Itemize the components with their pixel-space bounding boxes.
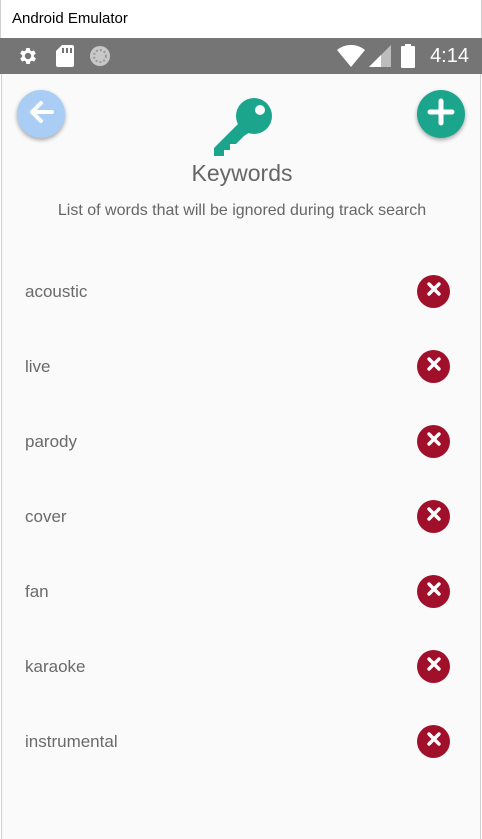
keyword-label: fan [25, 582, 49, 601]
key-icon [210, 96, 274, 158]
page-title: Keywords [191, 160, 293, 186]
delete-keyword-button[interactable] [417, 350, 450, 383]
close-icon [426, 356, 442, 377]
page-subtitle: List of words that will be ignored durin… [57, 202, 427, 219]
keyword-label: parody [25, 432, 77, 451]
keywords-screen: Keywords List of words that will be igno… [1, 74, 481, 839]
close-icon [426, 656, 442, 677]
delete-keyword-button[interactable] [417, 725, 450, 758]
keyword-label: instrumental [25, 732, 118, 751]
battery-icon [398, 38, 418, 74]
list-item: fan [2, 554, 482, 629]
add-keyword-button[interactable] [417, 90, 465, 138]
list-item: acoustic [2, 254, 482, 329]
status-time: 4:14 [430, 45, 469, 67]
keyword-label: live [25, 357, 51, 376]
arrow-left-icon [26, 97, 56, 132]
close-icon [426, 431, 442, 452]
delete-keyword-button[interactable] [417, 650, 450, 683]
list-item: parody [2, 404, 482, 479]
list-item: live [2, 329, 482, 404]
list-item: karaoke [2, 629, 482, 704]
close-icon [426, 281, 442, 302]
status-bar: 4:14 [0, 38, 482, 74]
window-title: Android Emulator [0, 0, 482, 38]
delete-keyword-button[interactable] [417, 575, 450, 608]
sd-card-icon [54, 38, 76, 74]
delete-keyword-button[interactable] [417, 425, 450, 458]
wifi-icon [336, 38, 366, 74]
keyword-list: acoustic live parody cover fan karaoke i… [2, 254, 482, 779]
plus-icon [426, 97, 456, 132]
keyword-label: cover [25, 507, 67, 526]
keyword-label: karaoke [25, 657, 86, 676]
gear-icon [16, 38, 40, 74]
delete-keyword-button[interactable] [417, 500, 450, 533]
back-button[interactable] [17, 90, 65, 138]
sync-icon [88, 38, 112, 74]
close-icon [426, 506, 442, 527]
close-icon [426, 581, 442, 602]
close-icon [426, 731, 442, 752]
delete-keyword-button[interactable] [417, 275, 450, 308]
signal-icon [368, 38, 392, 74]
list-item: cover [2, 479, 482, 554]
keyword-label: acoustic [25, 282, 88, 301]
list-item: instrumental [2, 704, 482, 779]
